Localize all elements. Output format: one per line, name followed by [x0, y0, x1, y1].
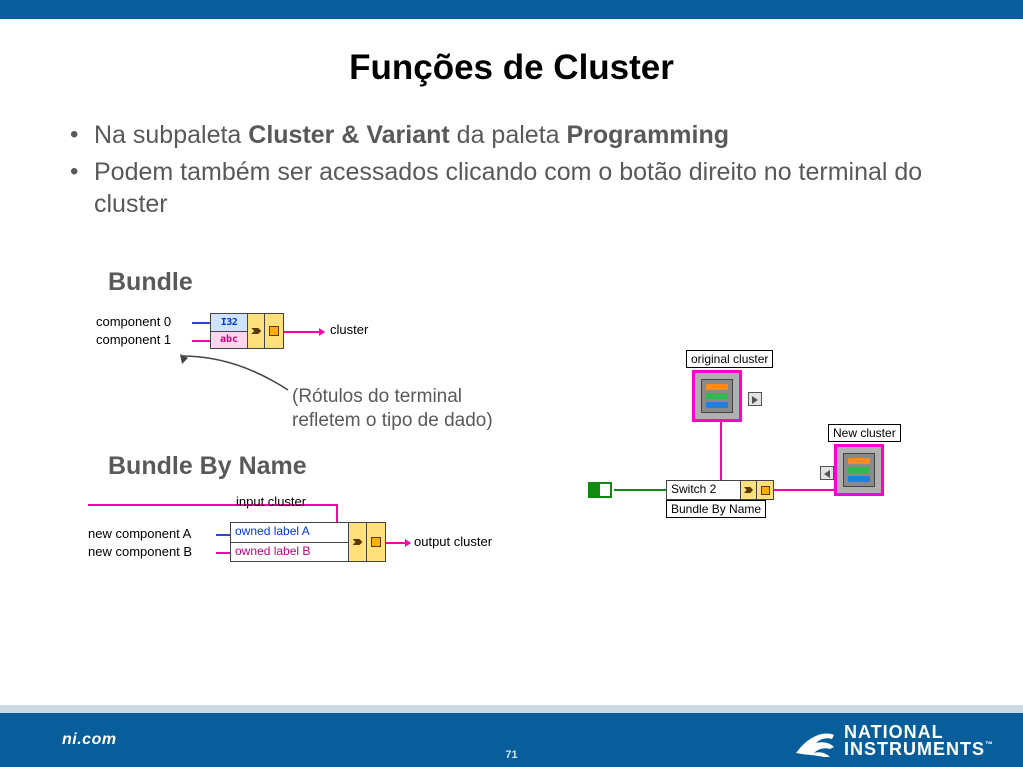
ni-eagle-icon — [794, 723, 836, 759]
owned-label-b: owned label B — [231, 543, 349, 562]
footer-site: ni.com — [62, 731, 117, 749]
cluster-inner — [843, 453, 875, 487]
type-label-abc: abc — [211, 332, 248, 349]
owned-label-a: owned label A — [231, 523, 349, 543]
label-bundle-by-name: Bundle By Name — [666, 500, 766, 518]
wire-pink — [192, 340, 210, 342]
slide: Funções de Cluster Na subpaleta Cluster … — [0, 0, 1023, 767]
bullet-item-2: Podem também ser acessados clicando com … — [64, 157, 983, 220]
bool-true-half — [590, 484, 600, 496]
annotation-line: refletem o tipo de dado) — [292, 409, 493, 433]
page-number: 71 — [505, 749, 517, 761]
terminal-label-comp1: component 1 — [96, 332, 171, 347]
labview-example: original cluster New cluster Switch — [588, 350, 948, 560]
bullet-bold: Programming — [567, 121, 730, 149]
bullet-item-1: Na subpaleta Cluster & Variant da paleta… — [64, 120, 983, 151]
annotation-text: (Rótulos do terminal refletem o tipo de … — [292, 385, 493, 433]
bool-false-half — [600, 484, 610, 496]
terminal-label-comp0: component 0 — [96, 314, 171, 329]
footer-strip — [0, 705, 1023, 713]
section-heading-bundle: Bundle — [108, 268, 193, 297]
footer-bar: ni.com 71 NATIONAL INSTRUMENTS™ — [0, 713, 1023, 767]
bundle-out-icon — [367, 523, 385, 561]
terminal-label-output-cluster: output cluster — [414, 534, 492, 549]
bundle-terminals: I32 abc — [211, 314, 248, 348]
wire-pink-out — [386, 542, 410, 544]
chevron-left-icon — [820, 466, 834, 480]
annotation-line: (Rótulos do terminal — [292, 385, 493, 409]
bbn-node-icon: Switch 2 — [666, 480, 774, 500]
bundle-arrow-icon — [741, 481, 757, 499]
terminal-label-newA: new component A — [88, 526, 191, 541]
bundle-node-icon: I32 abc — [210, 313, 284, 349]
bullet-list: Na subpaleta Cluster & Variant da paleta… — [64, 120, 983, 226]
cluster-element-icon — [848, 458, 870, 464]
wire-pink — [336, 504, 338, 522]
bbn-label-column: owned label A owned label B — [231, 523, 349, 561]
cluster-indicator-icon — [834, 444, 884, 496]
cluster-element-icon — [706, 393, 728, 399]
wire-blue — [216, 534, 230, 536]
terminal-label-input-cluster: input cluster — [236, 494, 306, 509]
terminal-label-cluster: cluster — [330, 322, 368, 337]
type-label-i32: I32 — [211, 314, 248, 332]
wire-blue — [192, 322, 210, 324]
bundle-out-icon — [265, 314, 283, 348]
bundle-out-icon — [757, 481, 773, 499]
brand-line2: INSTRUMENTS — [844, 739, 985, 759]
brand-logo: NATIONAL INSTRUMENTS™ — [794, 723, 993, 759]
bullet-text: da paleta — [450, 121, 567, 149]
wire-pink-out — [284, 331, 324, 333]
trademark-icon: ™ — [985, 740, 993, 749]
wire-pink — [774, 489, 834, 491]
annotation-arrow — [176, 352, 296, 401]
bundle-arrow-icon — [248, 314, 266, 348]
bbn-field-switch2: Switch 2 — [667, 481, 741, 499]
terminal-label-newB: new component B — [88, 544, 192, 559]
cluster-control-icon — [692, 370, 742, 422]
boolean-constant-icon — [588, 482, 612, 498]
cluster-element-icon — [848, 476, 870, 482]
wire-green — [614, 489, 666, 491]
wire-pink — [216, 552, 230, 554]
slide-title: Funções de Cluster — [0, 48, 1023, 88]
bbn-node-icon: owned label A owned label B — [230, 522, 386, 562]
cluster-element-icon — [706, 402, 728, 408]
cluster-element-icon — [848, 467, 870, 473]
header-bar — [0, 0, 1023, 19]
label-new-cluster: New cluster — [828, 424, 901, 442]
cluster-element-icon — [706, 384, 728, 390]
bullet-text: Na subpaleta — [94, 121, 248, 149]
wire-pink — [720, 422, 722, 480]
bullet-bold: Cluster & Variant — [248, 121, 449, 149]
chevron-right-icon — [748, 392, 762, 406]
label-original-cluster: original cluster — [686, 350, 773, 368]
brand-text: NATIONAL INSTRUMENTS™ — [844, 724, 993, 758]
bundle-arrow-icon — [349, 523, 367, 561]
cluster-inner — [701, 379, 733, 413]
section-heading-bbn: Bundle By Name — [108, 452, 307, 481]
bbn-diagram: input cluster new component A new compon… — [88, 494, 548, 574]
